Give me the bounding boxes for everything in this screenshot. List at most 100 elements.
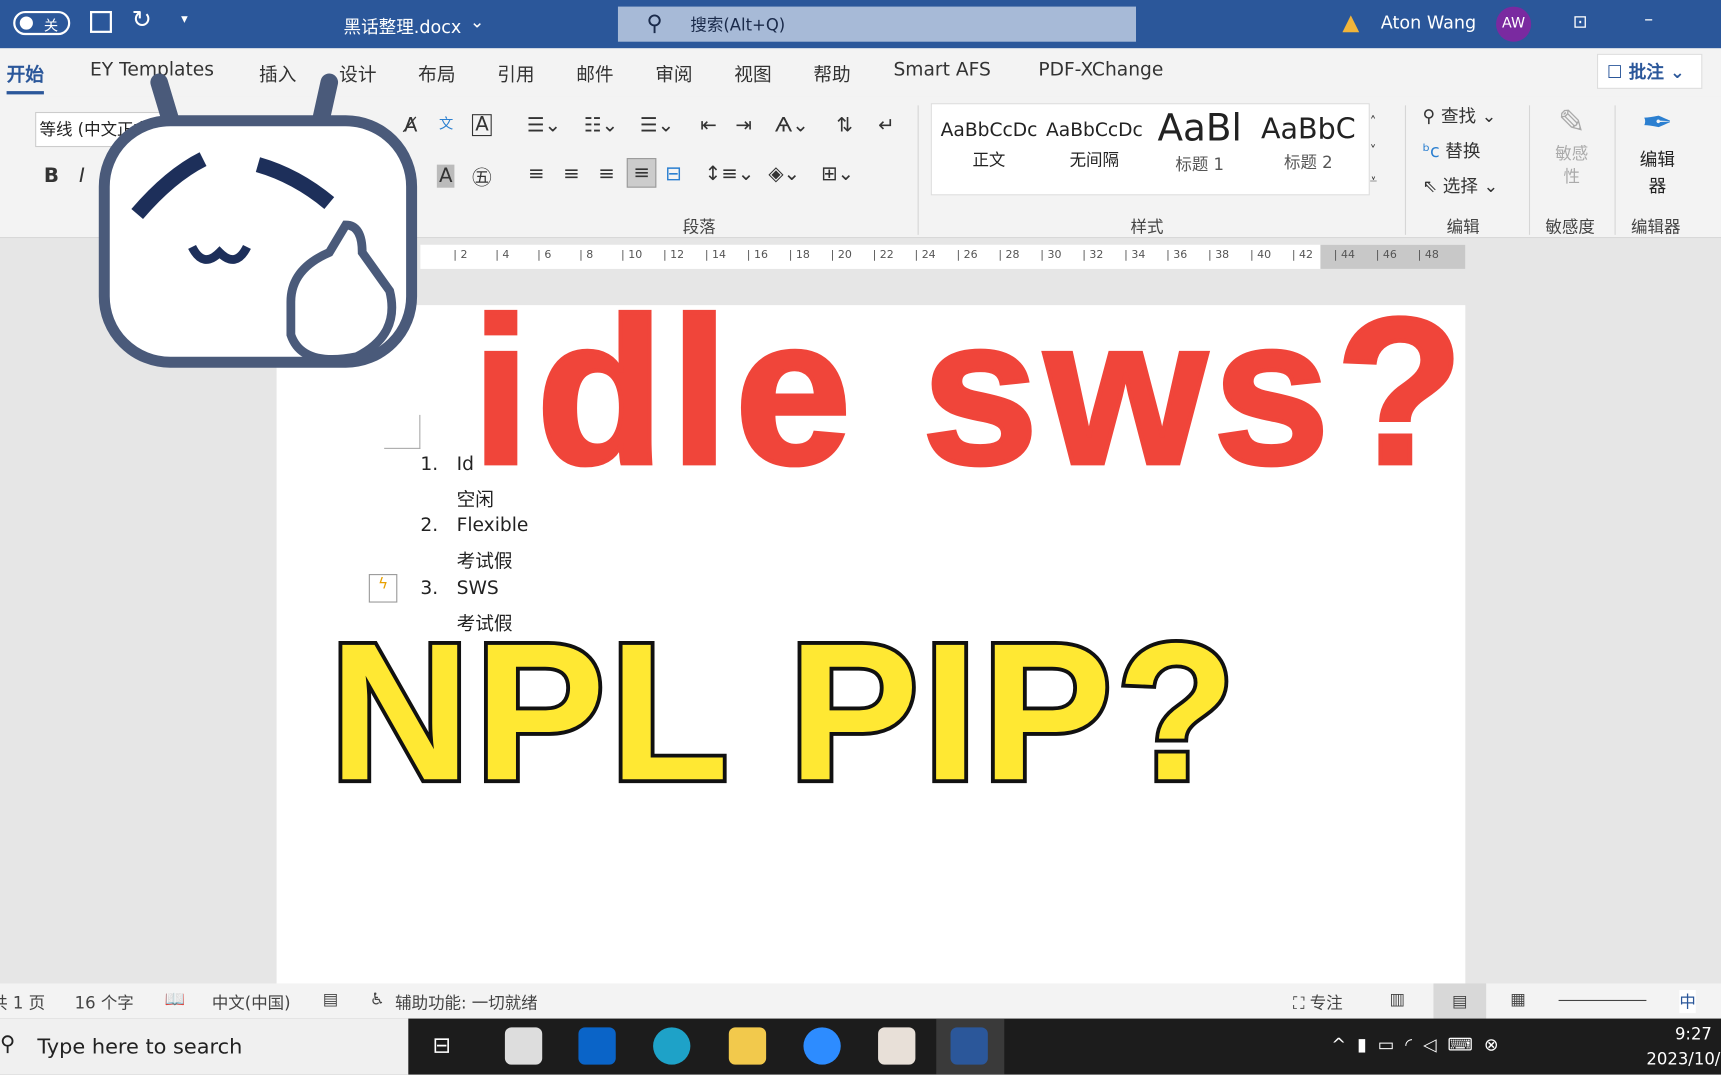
editor-icon: ✒ (1641, 100, 1674, 145)
decrease-indent-icon[interactable]: ⇤ (700, 114, 717, 137)
tab-help[interactable]: 帮助 (813, 59, 850, 87)
task-view-icon[interactable]: ⊟ (432, 1032, 450, 1058)
sensitivity-icon: ✎ (1557, 103, 1586, 142)
system-tray[interactable]: ^▮▭◜◁⌨⊗ (1331, 1034, 1509, 1055)
track-changes-icon[interactable]: ▤ (323, 989, 339, 1009)
web-layout-icon[interactable]: ▦ (1510, 989, 1526, 1009)
numbering-icon[interactable]: ☷⌄ (584, 114, 618, 137)
taskbar-search[interactable]: ⚲ Type here to search (0, 1018, 409, 1075)
focus-button[interactable]: ⛶ 专注 (1293, 991, 1343, 1014)
app-icon-transfer[interactable] (504, 1027, 543, 1065)
sensitivity-group-label: 敏感度 (1545, 217, 1595, 238)
word-count[interactable]: 16 个字 (75, 991, 134, 1014)
horizontal-ruler[interactable]: | 2 | 4 | 6 | 8 | 10 | 12 | 14 | 16 | 18 | 20 | 22… (420, 244, 1466, 269)
justify-icon[interactable]: ≡ (626, 158, 657, 188)
distributed-icon[interactable]: ⊟ (665, 162, 682, 185)
borders-icon[interactable]: ⊞⌄ (821, 162, 854, 185)
autosave-toggle[interactable]: 关 (13, 10, 71, 36)
bold-icon[interactable]: B (44, 165, 59, 188)
ruler-tick: | 24 (914, 249, 936, 262)
shading-icon[interactable]: ◈⌄ (768, 162, 800, 185)
align-left-icon[interactable]: ≡ (528, 162, 545, 185)
print-layout-icon[interactable]: ▤ (1433, 983, 1487, 1019)
increase-indent-icon[interactable]: ⇥ (735, 114, 752, 137)
show-marks-icon[interactable]: ↵ (878, 114, 895, 137)
read-mode-icon[interactable]: ▥ (1390, 989, 1406, 1009)
tab-references[interactable]: 引用 (497, 59, 534, 87)
character-border-icon[interactable]: A (471, 114, 493, 137)
tab-smart-afs[interactable]: Smart AFS (893, 59, 990, 81)
tab-layout[interactable]: 布局 (418, 59, 455, 87)
document-filename[interactable]: 黑话整理.docx (344, 12, 462, 38)
zoom-icon[interactable] (803, 1027, 841, 1065)
align-right-icon[interactable]: ≡ (598, 162, 615, 185)
language-status[interactable]: 中文(中国) (212, 991, 291, 1014)
style-name: 标题 2 (1284, 152, 1333, 173)
avatar[interactable]: AW (1496, 6, 1532, 42)
ruler-tick: | 34 (1124, 249, 1146, 262)
style-heading-2[interactable]: AaBbC 标题 2 (1259, 113, 1358, 173)
search-box[interactable]: ⚲ 搜索(Alt+Q) (617, 6, 1137, 42)
character-shading-icon[interactable]: A (436, 164, 455, 188)
minimize-button[interactable]: – (1644, 9, 1653, 30)
lightning-icon[interactable]: ϟ (368, 574, 398, 603)
warning-icon[interactable]: ▲ (1342, 9, 1359, 35)
editor-button[interactable]: ✒ 编辑器 (1633, 101, 1681, 198)
replace-button[interactable]: ᵇc 替换 (1422, 136, 1480, 162)
tab-home[interactable]: 开始 (6, 59, 44, 95)
user-name[interactable]: Aton Wang (1381, 12, 1476, 33)
ruler-tick: | 2 (453, 249, 468, 262)
chinese-layout-icon[interactable]: Ѧ⌄ (775, 114, 809, 137)
tab-mailings[interactable]: 邮件 (576, 59, 613, 87)
customize-qat-icon[interactable]: ▾ (181, 11, 188, 26)
line-spacing-icon[interactable]: ↕≡⌄ (705, 162, 755, 185)
replace-label: 替换 (1445, 140, 1481, 162)
focus-label: 专注 (1309, 993, 1343, 1014)
style-no-spacing[interactable]: AaBbCcDc 无间隔 (1046, 120, 1143, 172)
powerpoint-icon[interactable] (878, 1027, 916, 1065)
ruler-tick: | 48 (1417, 249, 1439, 262)
ribbon-display-icon[interactable]: ⊡ (1573, 11, 1588, 32)
italic-icon[interactable]: I (79, 165, 85, 188)
find-button[interactable]: ⚲ 查找 ⌄ (1422, 101, 1496, 127)
overlay-caption-red: idle sws? (470, 275, 1470, 509)
save-icon[interactable] (90, 10, 112, 33)
redo-icon[interactable]: ↻ (132, 7, 152, 34)
bullets-icon[interactable]: ☰⌄ (527, 114, 561, 137)
page-count[interactable]: 共 1 页 (0, 991, 45, 1014)
ruler-tick: | 16 (746, 249, 768, 262)
file-explorer-icon[interactable] (728, 1027, 767, 1065)
accessibility-status[interactable]: 辅助功能: 一切就绪 (395, 991, 537, 1014)
styles-scroll-icon[interactable]: ˄ ˅ ⩡ (1370, 108, 1377, 194)
sensitivity-button[interactable]: ✎ 敏感性 (1548, 103, 1596, 188)
tab-view[interactable]: 视图 (734, 59, 771, 87)
edge-icon[interactable] (653, 1027, 691, 1065)
align-center-icon[interactable]: ≡ (563, 162, 580, 185)
style-name: 标题 1 (1175, 154, 1224, 175)
styles-gallery[interactable]: AaBbCcDc 正文 AaBbCcDc 无间隔 AaBl 标题 1 AaBbC 标题 … (930, 103, 1370, 196)
zoom-slider[interactable] (1558, 999, 1647, 1002)
margin-marker (384, 414, 421, 449)
clock-date[interactable]: 2023/10/ (1646, 1049, 1720, 1069)
chevron-down-icon[interactable]: ⌄ (470, 11, 485, 32)
phonetic-guide-icon[interactable]: 文 (439, 112, 453, 132)
tab-review[interactable]: 审阅 (655, 59, 692, 87)
clock-time[interactable]: 9:27 (1675, 1024, 1712, 1044)
ruler-tick: | 30 (1040, 249, 1062, 262)
overlay-caption-yellow: NPL PIP? (325, 602, 1241, 822)
style-normal[interactable]: AaBbCcDc 正文 (941, 120, 1038, 172)
proofing-icon[interactable]: 📖 (165, 989, 186, 1009)
status-bar: 共 1 页 16 个字 📖 中文(中国) ▤ ♿ 辅助功能: 一切就绪 ⛶ 专注… (0, 983, 1721, 1019)
ime-indicator[interactable]: 中 (1679, 990, 1696, 1014)
select-button[interactable]: ⇖ 选择 ⌄ (1422, 171, 1498, 197)
outlook-icon[interactable] (578, 1027, 616, 1065)
enclose-characters-icon[interactable]: ㊄ (472, 162, 492, 191)
comments-button[interactable]: ☐ 批注 ⌄ (1597, 53, 1703, 89)
tab-pdf-xchange[interactable]: PDF-XChange (1038, 59, 1163, 81)
ruler-tick: | 20 (830, 249, 852, 262)
sort-icon[interactable]: ⇅ (836, 114, 853, 137)
word-icon[interactable] (950, 1027, 988, 1065)
accessibility-icon[interactable]: ♿ (370, 989, 385, 1009)
style-heading-1[interactable]: AaBl 标题 1 (1151, 106, 1248, 175)
multilevel-list-icon[interactable]: ☰⌄ (640, 114, 674, 137)
